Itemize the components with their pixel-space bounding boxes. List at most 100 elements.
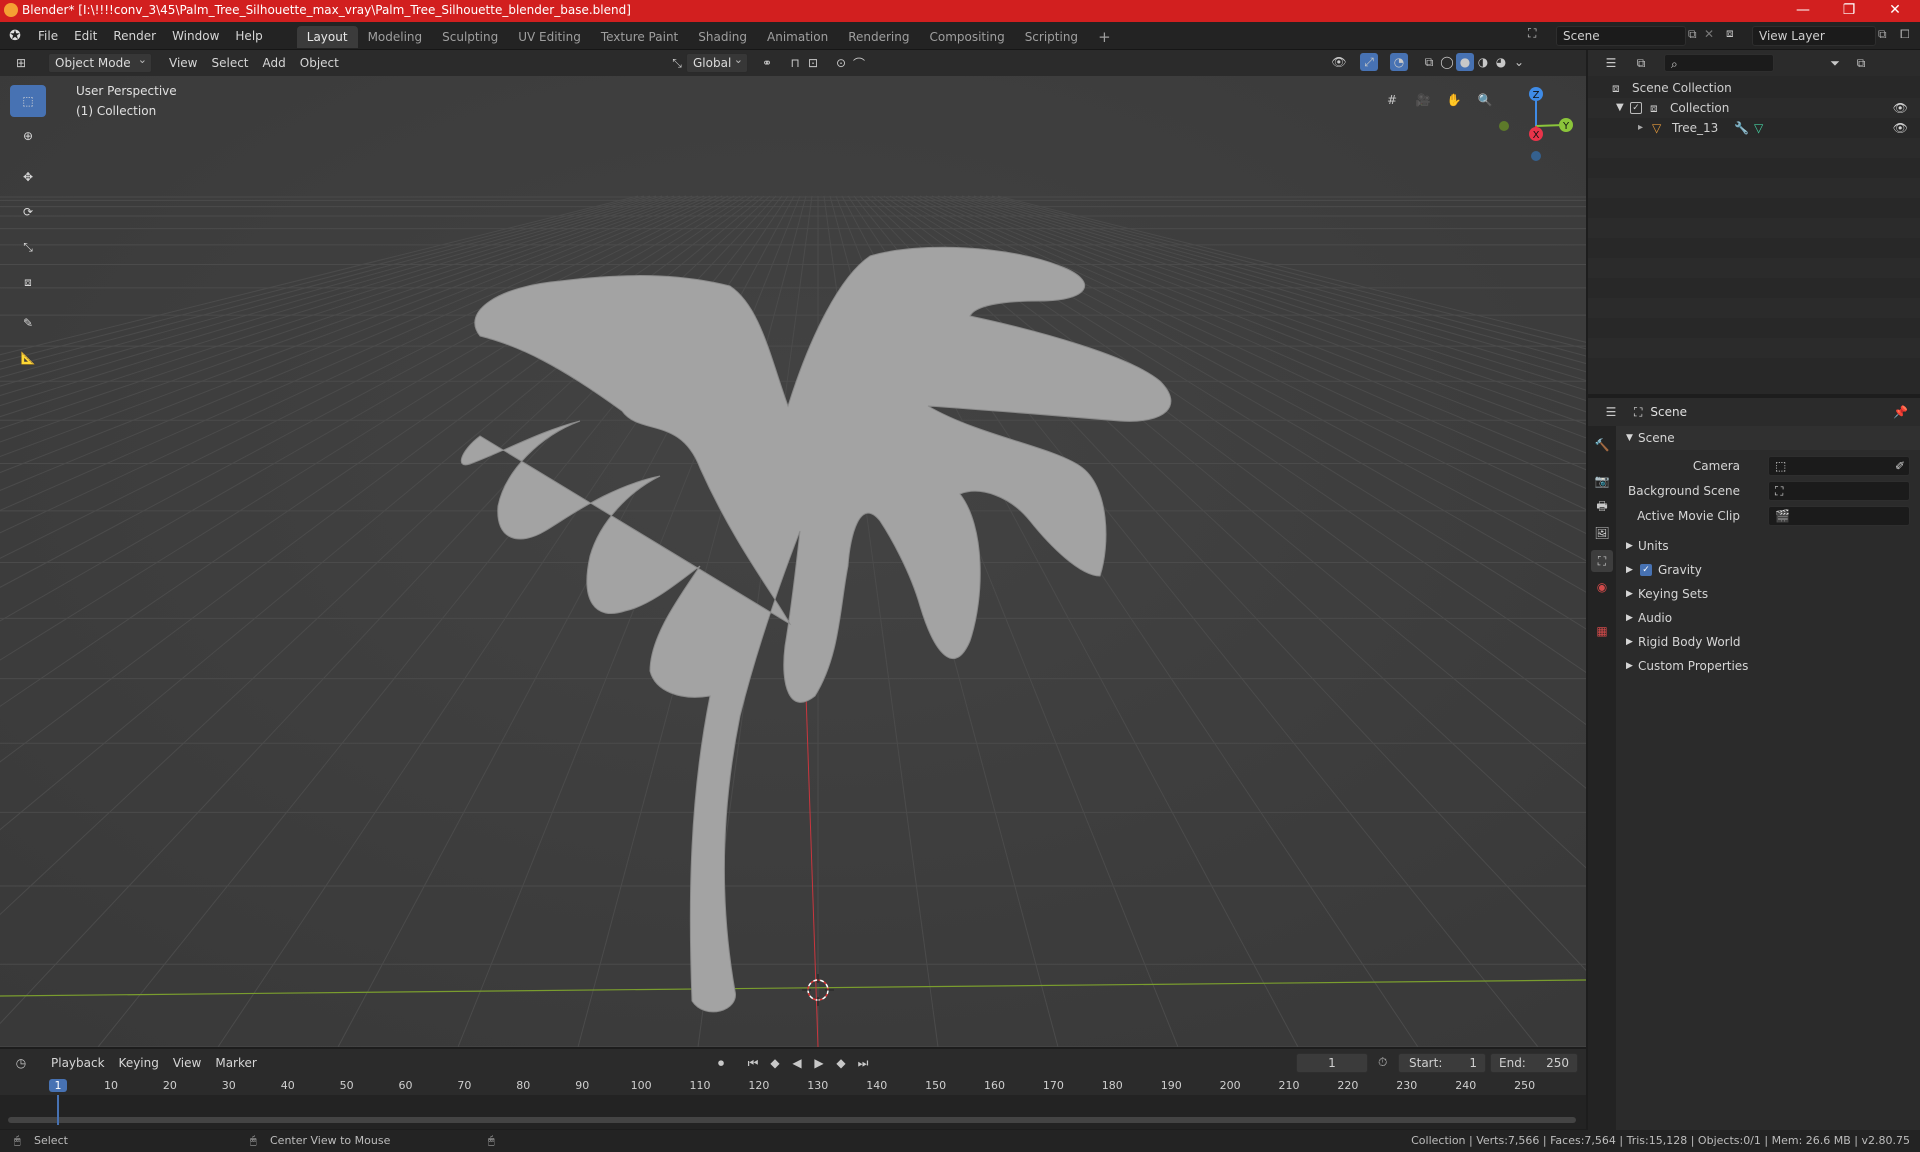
- end-frame-field[interactable]: End: 250: [1490, 1053, 1578, 1073]
- cursor-tool[interactable]: ⊕: [10, 120, 46, 152]
- remove-view-layer-icon[interactable]: ⧠: [1900, 27, 1910, 42]
- outliner-row-collection[interactable]: ▼ ✓ ⧈ Collection 👁: [1588, 98, 1920, 118]
- tab-rendering[interactable]: Rendering: [838, 26, 919, 48]
- frame-ruler[interactable]: 1 10 20 30 40 50 60 70 80 90 100 110 120 130 140 150 160…: [0, 1077, 1586, 1095]
- gravity-panel[interactable]: ▶ ✓ Gravity: [1616, 558, 1920, 582]
- scene-name-field[interactable]: Scene: [1556, 26, 1686, 46]
- collection-visibility-icon[interactable]: 👁: [1893, 98, 1908, 118]
- scene-tab-icon[interactable]: ⛶: [1591, 550, 1613, 572]
- custom-properties-panel[interactable]: ▶ Custom Properties: [1616, 654, 1920, 678]
- modifier-wrench-icon[interactable]: 🔧: [1734, 118, 1749, 138]
- next-keyframe-icon[interactable]: ◆: [832, 1054, 850, 1072]
- orientation-dropdown[interactable]: Global: [686, 51, 748, 73]
- preview-range-icon[interactable]: ⏱: [1378, 1055, 1387, 1070]
- world-tab-icon[interactable]: ◉: [1593, 578, 1611, 596]
- timeline-scrollbar[interactable]: [8, 1117, 1576, 1123]
- output-tab-icon[interactable]: 🖶: [1593, 498, 1611, 516]
- collection-checkbox[interactable]: ✓: [1630, 102, 1642, 114]
- editor-type-icon[interactable]: ⊞: [12, 54, 30, 72]
- rotate-tool[interactable]: ⟳: [10, 196, 46, 228]
- wireframe-shading-icon[interactable]: ◯: [1438, 53, 1456, 71]
- gravity-checkbox[interactable]: ✓: [1640, 564, 1652, 576]
- prev-keyframe-icon[interactable]: ◆: [766, 1054, 784, 1072]
- proportional-falloff-icon[interactable]: ⌒: [850, 54, 868, 72]
- collapse-triangle-icon[interactable]: ▼: [1616, 98, 1624, 118]
- tab-uv-editing[interactable]: UV Editing: [508, 26, 591, 48]
- tab-texture-paint[interactable]: Texture Paint: [591, 26, 688, 48]
- new-view-layer-icon[interactable]: ⧉: [1878, 27, 1887, 42]
- menu-file[interactable]: File: [30, 22, 66, 50]
- xray-toggle-icon[interactable]: ⧉: [1420, 53, 1438, 71]
- move-tool[interactable]: ✥: [10, 161, 46, 193]
- tab-compositing[interactable]: Compositing: [919, 26, 1014, 48]
- object-menu[interactable]: Object: [293, 50, 346, 76]
- proportional-edit-icon[interactable]: ⊙: [832, 54, 850, 72]
- properties-editor-type-icon[interactable]: ☰: [1602, 403, 1620, 421]
- outliner-row-scene-collection[interactable]: ⧈ Scene Collection: [1588, 78, 1920, 98]
- marker-menu[interactable]: Marker: [208, 1050, 263, 1076]
- timeline-view-menu[interactable]: View: [166, 1050, 208, 1076]
- pin-icon[interactable]: 📌: [1893, 405, 1908, 419]
- playback-menu[interactable]: Playback: [44, 1050, 112, 1076]
- pan-hand-icon[interactable]: ✋: [1442, 88, 1466, 112]
- eyedropper-icon[interactable]: ✐: [1895, 457, 1905, 475]
- render-tab-icon[interactable]: 📷: [1593, 472, 1611, 490]
- outliner-search-input[interactable]: ⌕: [1664, 54, 1774, 72]
- timeline-editor-type-icon[interactable]: ◷: [12, 1054, 30, 1072]
- scene-selector-icon[interactable]: ⛶: [1528, 26, 1536, 41]
- select-menu[interactable]: Select: [204, 50, 255, 76]
- select-box-tool[interactable]: ⬚: [10, 85, 46, 117]
- play-reverse-icon[interactable]: ◀: [788, 1054, 806, 1072]
- playhead-line[interactable]: [57, 1095, 59, 1125]
- view-layer-field[interactable]: View Layer: [1752, 26, 1876, 46]
- delete-scene-icon[interactable]: ✕: [1704, 27, 1714, 41]
- blender-menu-icon[interactable]: ✪: [0, 28, 30, 44]
- zoom-icon[interactable]: 🔍: [1473, 88, 1497, 112]
- 3d-viewport[interactable]: Z Y X User Perspective (1) Collection # …: [0, 76, 1586, 1047]
- filter-icon[interactable]: ⏷: [1826, 54, 1844, 72]
- view-layer-tab-icon[interactable]: 🖼: [1593, 524, 1611, 542]
- view-menu[interactable]: View: [162, 50, 204, 76]
- add-menu[interactable]: Add: [256, 50, 293, 76]
- overlay-toggle-icon[interactable]: ◔: [1390, 53, 1408, 71]
- menu-edit[interactable]: Edit: [66, 22, 105, 50]
- camera-view-icon[interactable]: 🎥: [1411, 88, 1435, 112]
- new-collection-icon[interactable]: ⧉: [1852, 54, 1870, 72]
- timeline-body[interactable]: 1 10 20 30 40 50 60 70 80 90 100 110 120 130 140 150 160…: [0, 1077, 1586, 1129]
- object-visibility-icon[interactable]: 👁: [1893, 118, 1908, 138]
- tab-sculpting[interactable]: Sculpting: [432, 26, 508, 48]
- outliner-row-tree[interactable]: ▸ ▽ Tree_13 🔧 ▽ 👁: [1588, 118, 1920, 138]
- tab-modeling[interactable]: Modeling: [358, 26, 433, 48]
- menu-render[interactable]: Render: [105, 22, 164, 50]
- menu-help[interactable]: Help: [227, 22, 270, 50]
- scale-tool[interactable]: ⤡: [10, 231, 46, 263]
- mesh-data-icon[interactable]: ▽: [1754, 118, 1763, 138]
- maximize-button[interactable]: ❐: [1826, 0, 1872, 22]
- tab-animation[interactable]: Animation: [757, 26, 838, 48]
- gizmo-toggle-icon[interactable]: ⤢: [1360, 53, 1378, 71]
- material-shading-icon[interactable]: ◑: [1474, 53, 1492, 71]
- keying-menu[interactable]: Keying: [112, 1050, 166, 1076]
- jump-start-icon[interactable]: ⏮: [744, 1054, 762, 1072]
- expand-triangle-icon[interactable]: ▸: [1638, 118, 1643, 138]
- background-scene-field[interactable]: ⛶: [1768, 481, 1910, 501]
- units-panel[interactable]: ▶ Units: [1616, 534, 1920, 558]
- minimize-button[interactable]: —: [1780, 0, 1826, 22]
- new-scene-icon[interactable]: ⧉: [1688, 27, 1697, 42]
- transform-tool[interactable]: ⧈: [10, 266, 46, 298]
- record-icon[interactable]: ⏺: [712, 1054, 730, 1072]
- play-icon[interactable]: ▶: [810, 1054, 828, 1072]
- display-mode-icon[interactable]: ⧉: [1632, 54, 1650, 72]
- rigid-body-world-panel[interactable]: ▶ Rigid Body World: [1616, 630, 1920, 654]
- tab-shading[interactable]: Shading: [688, 26, 757, 48]
- outliner-editor-type-icon[interactable]: ☰: [1602, 54, 1620, 72]
- start-frame-field[interactable]: Start: 1: [1398, 1053, 1486, 1073]
- keying-sets-panel[interactable]: ▶ Keying Sets: [1616, 582, 1920, 606]
- view-layer-icon[interactable]: ⧈: [1726, 26, 1734, 41]
- add-workspace-button[interactable]: +: [1088, 26, 1121, 48]
- annotate-tool[interactable]: ✎: [10, 307, 46, 339]
- snap-target-icon[interactable]: ⊡: [804, 54, 822, 72]
- menu-window[interactable]: Window: [164, 22, 227, 50]
- jump-end-icon[interactable]: ⏭: [854, 1054, 872, 1072]
- tool-tab-icon[interactable]: 🔨: [1593, 436, 1611, 454]
